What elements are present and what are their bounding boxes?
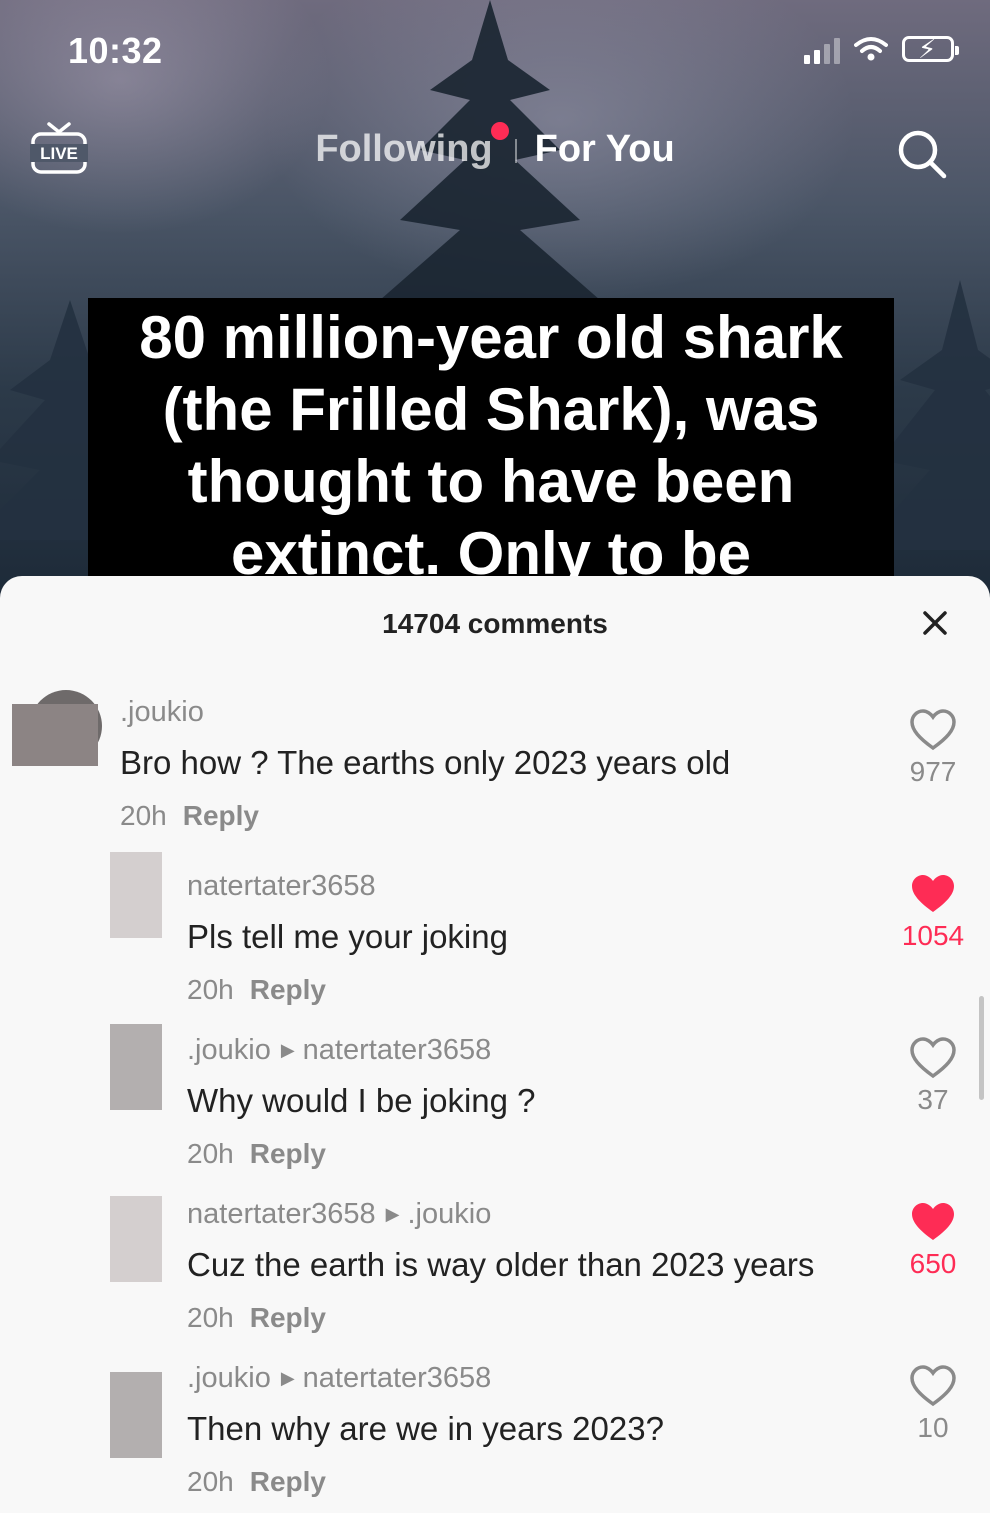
comment-username[interactable]: natertater3658 ▶ .joukio bbox=[187, 1198, 491, 1231]
comment-meta: 20h Reply bbox=[187, 1466, 326, 1498]
tab-following[interactable]: Following bbox=[315, 122, 509, 171]
avatar-redacted bbox=[110, 852, 162, 938]
comment-time: 20h bbox=[187, 1138, 234, 1169]
wifi-icon bbox=[854, 37, 888, 61]
comment-time: 20h bbox=[187, 1466, 234, 1497]
avatar-redacted bbox=[110, 1196, 162, 1282]
comment-author[interactable]: natertater3658 bbox=[187, 1198, 376, 1230]
comments-count-title: 14704 comments bbox=[382, 608, 608, 639]
tab-divider bbox=[514, 138, 517, 163]
reply-to-user[interactable]: natertater3658 bbox=[303, 1034, 492, 1066]
like-button[interactable]: 1054 bbox=[898, 872, 968, 952]
heart-outline-icon bbox=[910, 709, 956, 751]
search-icon[interactable] bbox=[894, 126, 950, 182]
reply-button[interactable]: Reply bbox=[250, 1138, 326, 1169]
like-count: 650 bbox=[909, 1248, 957, 1279]
reply-button[interactable]: Reply bbox=[183, 800, 259, 831]
caption-line: 80 million-year old shark bbox=[139, 304, 843, 371]
reply-arrow-icon: ▶ bbox=[280, 1368, 295, 1388]
heart-filled-icon bbox=[912, 1203, 954, 1240]
like-button[interactable]: 977 bbox=[898, 708, 968, 788]
avatar-redacted bbox=[110, 1372, 162, 1458]
like-button[interactable]: 37 bbox=[898, 1036, 968, 1116]
comment-username[interactable]: .joukio bbox=[120, 696, 204, 729]
comment-text: Bro how ? The earths only 2023 years old bbox=[120, 744, 731, 781]
reply-arrow-icon: ▶ bbox=[280, 1040, 295, 1060]
comment-author[interactable]: .joukio bbox=[187, 1034, 271, 1066]
like-button[interactable]: 650 bbox=[898, 1200, 968, 1280]
comment-username[interactable]: .joukio ▶ natertater3658 bbox=[187, 1034, 491, 1067]
reply-to-user[interactable]: natertater3658 bbox=[303, 1362, 492, 1394]
comment-username[interactable]: .joukio ▶ natertater3658 bbox=[187, 1362, 491, 1395]
feed-tabs: Following For You bbox=[0, 122, 990, 171]
heart-outline-icon bbox=[910, 1365, 956, 1407]
comment-meta: 20h Reply bbox=[187, 974, 326, 1006]
reply-to-user[interactable]: .joukio bbox=[408, 1198, 492, 1230]
reply-button[interactable]: Reply bbox=[250, 1466, 326, 1497]
signal-icon bbox=[804, 34, 840, 64]
notification-dot bbox=[490, 122, 509, 140]
heart-filled-icon bbox=[912, 875, 954, 912]
caption-line: thought to have been bbox=[187, 448, 795, 515]
scrollbar[interactable] bbox=[979, 996, 984, 1100]
reply-button[interactable]: Reply bbox=[250, 974, 326, 1005]
comment-text: Then why are we in years 2023? bbox=[187, 1410, 664, 1447]
comment-time: 20h bbox=[187, 1302, 234, 1333]
like-button[interactable]: 10 bbox=[898, 1364, 968, 1444]
like-count: 10 bbox=[917, 1412, 949, 1443]
tab-for-you[interactable]: For You bbox=[535, 128, 675, 171]
battery-charging-icon: ⚡ bbox=[902, 34, 959, 64]
status-icons: ⚡ bbox=[804, 34, 959, 64]
comment-meta: 20h Reply bbox=[120, 800, 259, 832]
tab-following-label: Following bbox=[315, 128, 493, 170]
comment-meta: 20h Reply bbox=[187, 1302, 326, 1334]
comment-text: Pls tell me your joking bbox=[187, 918, 508, 955]
like-count: 1054 bbox=[901, 920, 965, 951]
comments-sheet: 14704 comments .joukio Bro how ? The ear… bbox=[0, 576, 990, 1513]
reply-button[interactable]: Reply bbox=[250, 1302, 326, 1333]
avatar-redacted bbox=[12, 704, 98, 766]
caption-line: (the Frilled Shark), was bbox=[162, 376, 820, 443]
video-caption: 80 million-year old shark (the Frilled S… bbox=[88, 298, 894, 598]
heart-outline-icon bbox=[910, 1037, 956, 1079]
comment-time: 20h bbox=[187, 974, 234, 1005]
comment-meta: 20h Reply bbox=[187, 1138, 326, 1170]
avatar-redacted bbox=[110, 1024, 162, 1110]
comment-text: Cuz the earth is way older than 2023 yea… bbox=[187, 1246, 815, 1283]
comment-author[interactable]: .joukio bbox=[187, 1362, 271, 1394]
like-count: 37 bbox=[917, 1084, 949, 1115]
close-icon[interactable] bbox=[920, 608, 950, 638]
comment-time: 20h bbox=[120, 800, 167, 831]
status-time: 10:32 bbox=[68, 30, 163, 71]
comment-username[interactable]: natertater3658 bbox=[187, 870, 376, 903]
like-count: 977 bbox=[909, 756, 957, 787]
reply-arrow-icon: ▶ bbox=[385, 1204, 400, 1224]
comment-text: Why would I be joking ? bbox=[187, 1082, 536, 1119]
